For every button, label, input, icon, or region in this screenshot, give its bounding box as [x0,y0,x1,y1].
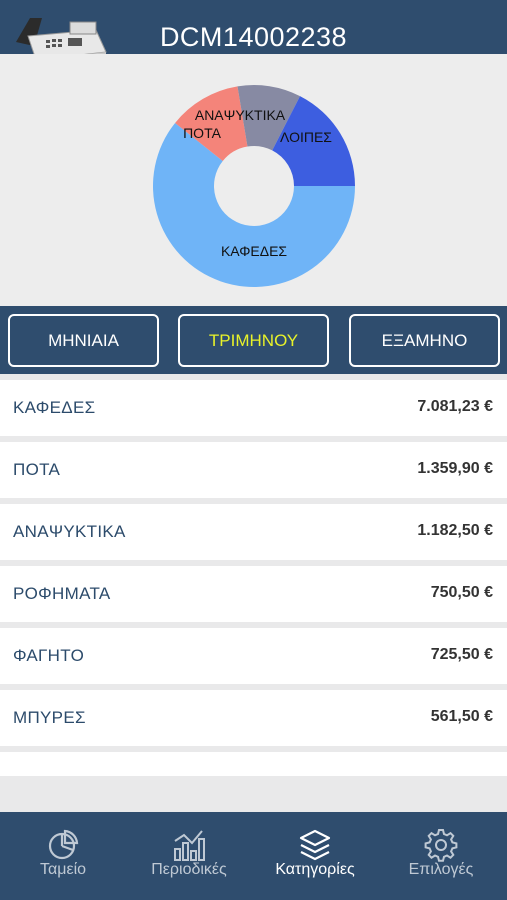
category-amount: 561,50 € [430,708,493,725]
tab-categories[interactable]: Κατηγορίες [252,812,378,900]
bottom-tab-bar: Ταμείο Περιοδικές Κατηγορίες Επιλογές [0,812,507,900]
pie-chart-icon [48,829,79,860]
list-item[interactable]: ΠΟΤΑ 1.359,90 € [0,442,507,498]
tab-label: Ταμείο [39,861,87,878]
period-selector: ΜΗΝΙΑΙΑ ΤΡΙΜΗΝΟΥ ΕΞΑΜΗΝΟ [0,306,507,374]
tab-options[interactable]: Επιλογές [378,812,504,900]
gear-icon [424,829,458,862]
slice-label: ΑΝΑΨΥΚΤΙΚΑ [195,107,286,123]
header-bar: DCM14002238 [0,0,507,68]
list-item[interactable]: ΑΝΑΨΥΚΤΙΚΑ 1.182,50 € [0,504,507,560]
category-amount: 1.182,50 € [417,522,493,539]
category-amount: 750,50 € [430,584,493,601]
list-item-partial [0,752,507,776]
list-item[interactable]: ΚΑΦΕΔΕΣ 7.081,23 € [0,380,507,436]
list-item[interactable]: ΜΠΥΡΕΣ 561,50 € [0,690,507,746]
tab-label: Επιλογές [408,861,474,878]
category-amount: 7.081,23 € [417,398,493,415]
slice-label: ΛΟΙΠΕΣ [280,129,332,145]
category-name: ΚΑΦΕΔΕΣ [13,398,96,417]
donut-chart: ΚΑΦΕΔΕΣ ΠΟΤΑ ΑΝΑΨΥΚΤΙΚΑ ΛΟΙΠΕΣ [153,85,355,287]
category-name: ΜΠΥΡΕΣ [13,708,86,727]
tab-cash[interactable]: Ταμείο [0,812,126,900]
tab-periodic[interactable]: Περιοδικές [126,812,252,900]
device-id-title: DCM14002238 [159,22,348,52]
category-amount: 725,50 € [430,646,493,663]
category-chart-area: ΚΑΦΕΔΕΣ ΠΟΤΑ ΑΝΑΨΥΚΤΙΚΑ ΛΟΙΠΕΣ [0,54,507,306]
category-amount: 1.359,90 € [417,460,493,477]
list-item[interactable]: ΦΑΓΗΤΟ 725,50 € [0,628,507,684]
category-name: ΑΝΑΨΥΚΤΙΚΑ [13,522,126,541]
period-monthly-button[interactable]: ΜΗΝΙΑΙΑ [8,314,159,367]
bar-chart-icon [174,830,205,861]
slice-label: ΚΑΦΕΔΕΣ [221,243,287,259]
list-item[interactable]: ΡΟΦΗΜΑΤΑ 750,50 € [0,566,507,622]
tab-label: Κατηγορίες [275,861,355,878]
category-name: ΠΟΤΑ [13,460,61,479]
period-quarterly-button[interactable]: ΤΡΙΜΗΝΟΥ [178,314,329,367]
category-name: ΦΑΓΗΤΟ [13,646,85,665]
period-semiannual-button[interactable]: ΕΞΑΜΗΝΟ [349,314,500,367]
slice-label: ΠΟΤΑ [183,125,222,141]
tab-label: Περιοδικές [151,861,227,878]
layers-icon [299,829,331,861]
category-name: ΡΟΦΗΜΑΤΑ [13,584,111,603]
